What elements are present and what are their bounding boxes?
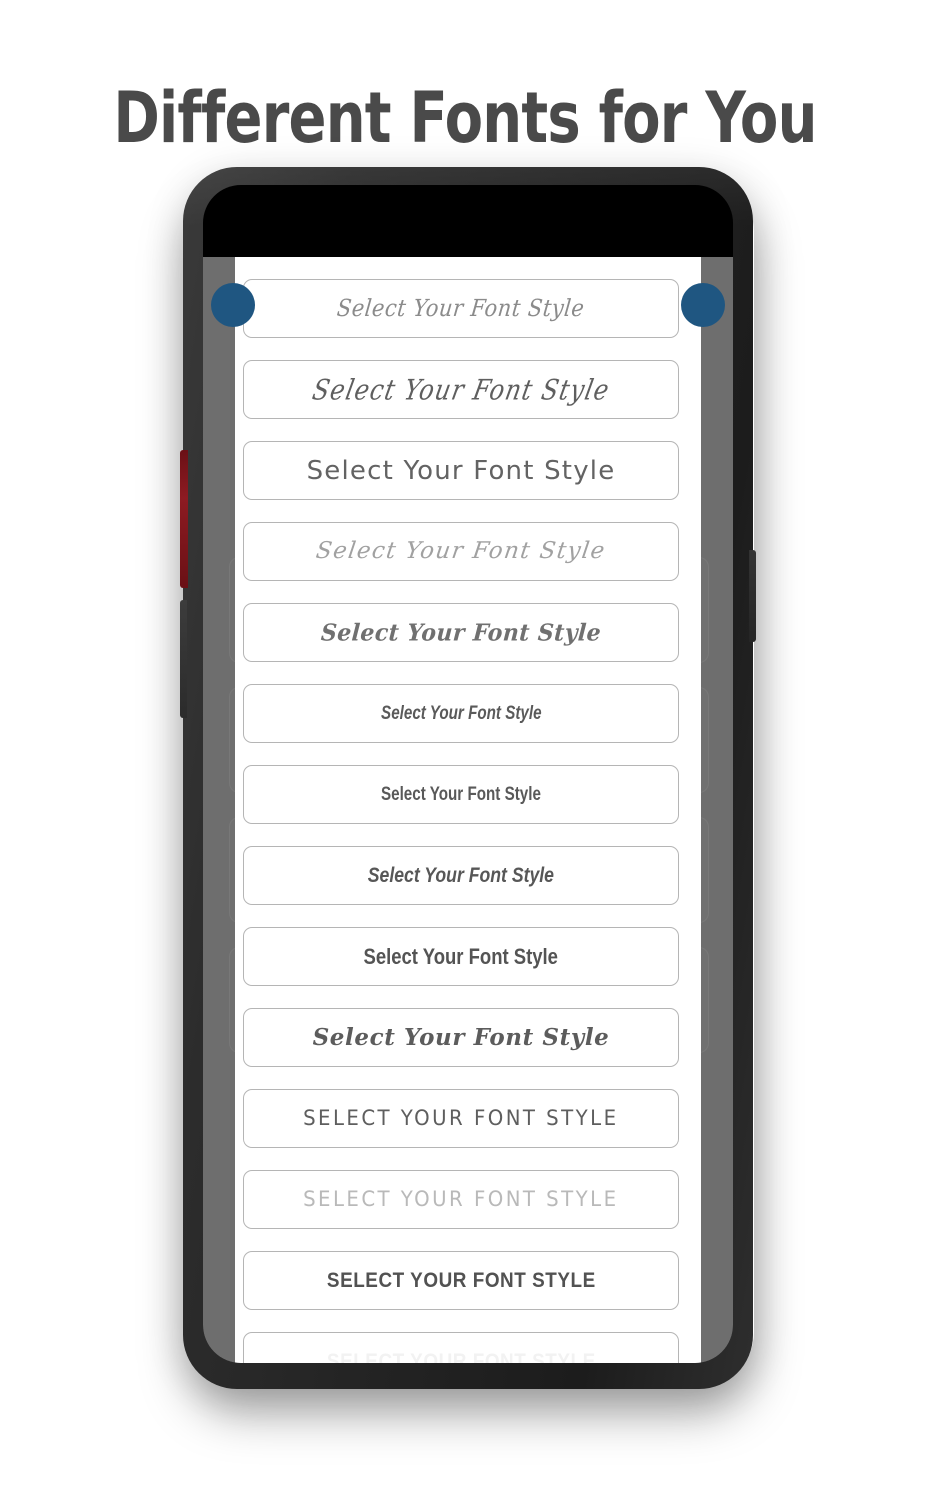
font-style-card[interactable]: SELECT YOUR FONT STYLE <box>243 1089 679 1148</box>
font-style-label: Select Your Font Style <box>306 455 616 486</box>
font-style-label: Select Your Font Style <box>363 943 559 969</box>
phone-screen: Select Your Font Style Select Your Font S… <box>203 185 733 1363</box>
font-style-card[interactable]: SELECT YOUR FONT STYLE <box>243 1170 679 1229</box>
font-style-card[interactable]: Select Your Font Style <box>243 603 679 662</box>
font-style-card[interactable]: Select Your Font Style <box>243 441 679 500</box>
font-style-card[interactable]: Select Your Font Style <box>243 279 679 338</box>
font-list-sheet: Select Your Font Style Select Your Font S… <box>235 257 701 1363</box>
font-style-label: Select Your Font Style <box>335 294 587 322</box>
font-style-card[interactable]: Select Your Font Style <box>243 765 679 824</box>
font-style-label: Select Your Font Style <box>312 1024 610 1051</box>
font-style-label: Select Your Font Style <box>314 538 608 564</box>
accent-dot-right <box>681 283 725 327</box>
font-style-label: Select Your Font Style <box>309 372 613 407</box>
font-style-card[interactable]: Select Your Font Style <box>243 522 679 581</box>
font-style-card[interactable]: Select Your Font Style <box>243 927 679 986</box>
font-style-label: SELECT YOUR FONT STYLE <box>326 1350 596 1363</box>
font-style-label: SELECT YOUR FONT STYLE <box>303 1187 619 1211</box>
font-style-card[interactable]: SELECT YOUR FONT STYLE <box>243 1332 679 1363</box>
font-style-label: SELECT YOUR FONT STYLE <box>326 1269 596 1292</box>
font-style-card[interactable]: SELECT YOUR FONT STYLE <box>243 1251 679 1310</box>
font-style-card[interactable]: Select Your Font Style <box>243 684 679 743</box>
font-style-card[interactable]: Select Your Font Style <box>243 846 679 905</box>
font-style-label: Select Your Font Style <box>381 784 541 805</box>
mute-button[interactable] <box>180 600 187 718</box>
power-button[interactable] <box>749 550 756 642</box>
font-style-card[interactable]: Select Your Font Style <box>243 360 679 419</box>
font-style-label: SELECT YOUR FONT STYLE <box>303 1106 619 1130</box>
font-style-label: Select Your Font Style <box>380 703 542 724</box>
font-style-label: Select Your Font Style <box>320 618 602 647</box>
accent-dot-left <box>211 283 255 327</box>
font-style-card[interactable]: Select Your Font Style <box>243 1008 679 1067</box>
font-style-label: Select Your Font Style <box>367 864 555 887</box>
volume-button[interactable] <box>180 450 188 588</box>
page-title: Different Fonts for You <box>113 76 817 159</box>
